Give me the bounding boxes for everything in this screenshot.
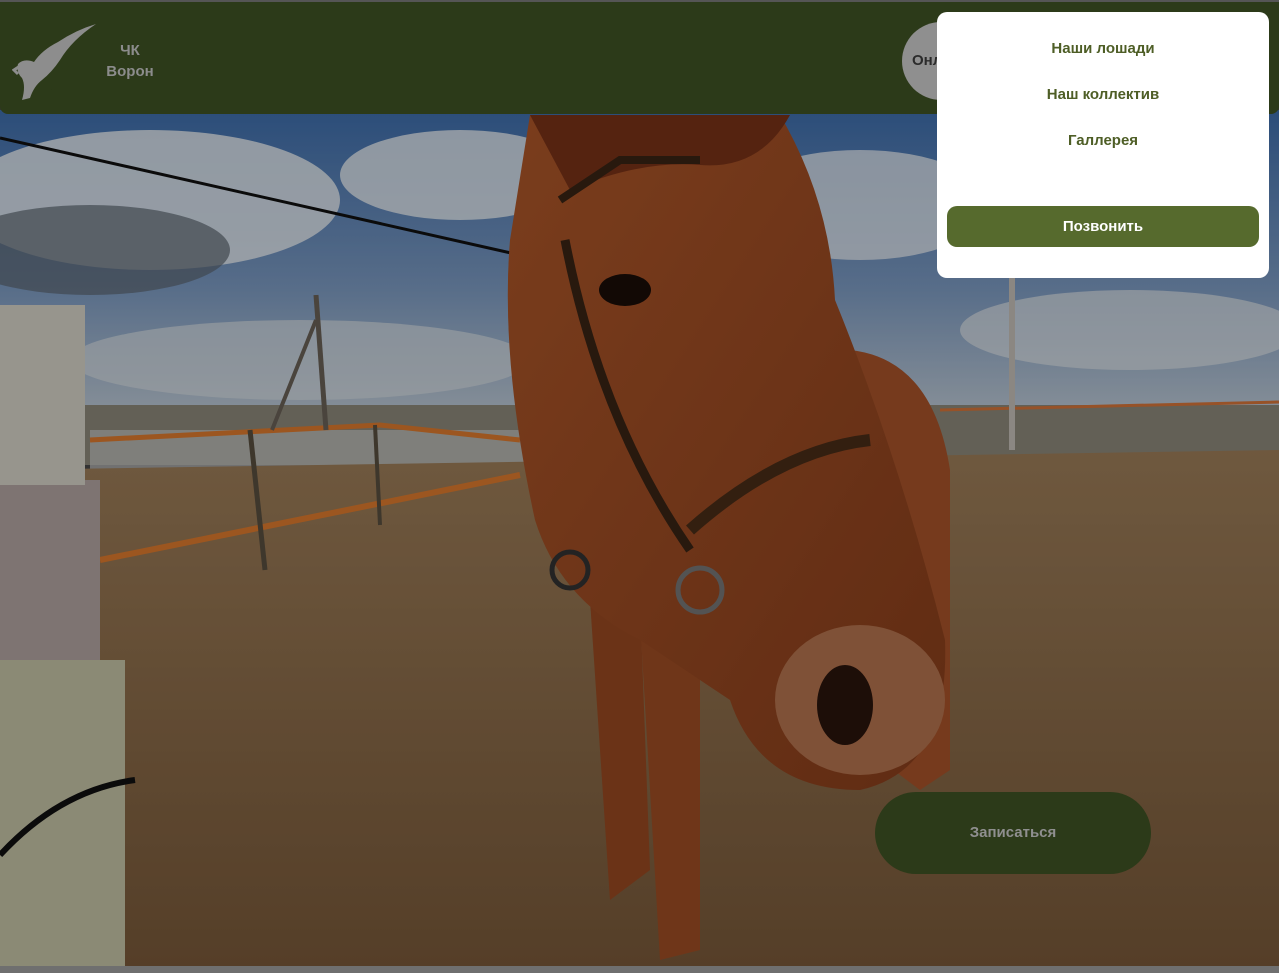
- brand-line1: ЧК: [120, 42, 140, 59]
- menu-item-gallery[interactable]: Галлерея: [937, 132, 1269, 149]
- brand-line2: Ворон: [106, 63, 154, 80]
- menu-item-horses[interactable]: Наши лошади: [937, 40, 1269, 57]
- scrollbar-track: [0, 966, 1279, 973]
- dropdown-menu: Наши лошади Наш коллектив Галлерея Позво…: [937, 12, 1269, 278]
- signup-button[interactable]: Записаться: [875, 792, 1151, 874]
- brand-name: ЧК Ворон: [102, 40, 158, 82]
- call-button[interactable]: Позвонить: [947, 206, 1259, 247]
- menu-item-team[interactable]: Наш коллектив: [937, 86, 1269, 103]
- pegasus-logo-icon[interactable]: [11, 20, 98, 100]
